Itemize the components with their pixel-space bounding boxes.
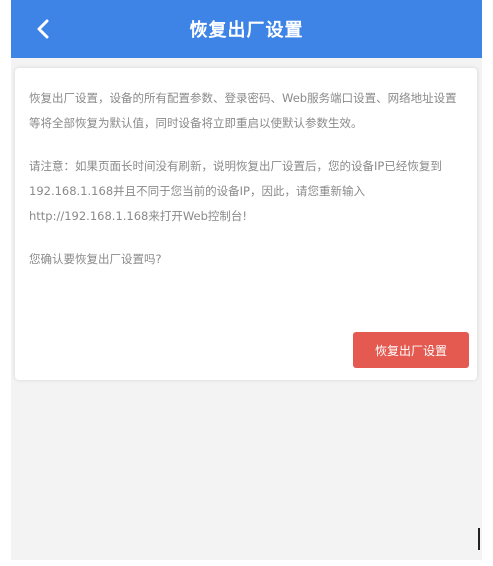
back-button[interactable]: [27, 13, 59, 45]
factory-reset-screen: 恢复出厂设置 恢复出厂设置，设备的所有配置参数、登录密码、Web服务端口设置、网…: [11, 0, 482, 560]
chevron-left-icon: [37, 19, 49, 39]
confirm-question-text: 您确认要恢复出厂设置吗?: [29, 252, 162, 266]
factory-reset-button[interactable]: 恢复出厂设置: [353, 332, 469, 368]
reset-info-card: 恢复出厂设置，设备的所有配置参数、登录密码、Web服务端口设置、网络地址设置等将…: [15, 68, 477, 380]
ip-notice-text: 请注意：如果页面长时间没有刷新，说明恢复出厂设置后，您的设备IP已经恢复到192…: [29, 159, 442, 223]
app-header: 恢复出厂设置: [11, 0, 482, 58]
page-title: 恢复出厂设置: [189, 20, 304, 41]
text-cursor: [478, 528, 480, 550]
reset-description-text: 恢复出厂设置，设备的所有配置参数、登录密码、Web服务端口设置、网络地址设置等将…: [29, 91, 457, 130]
